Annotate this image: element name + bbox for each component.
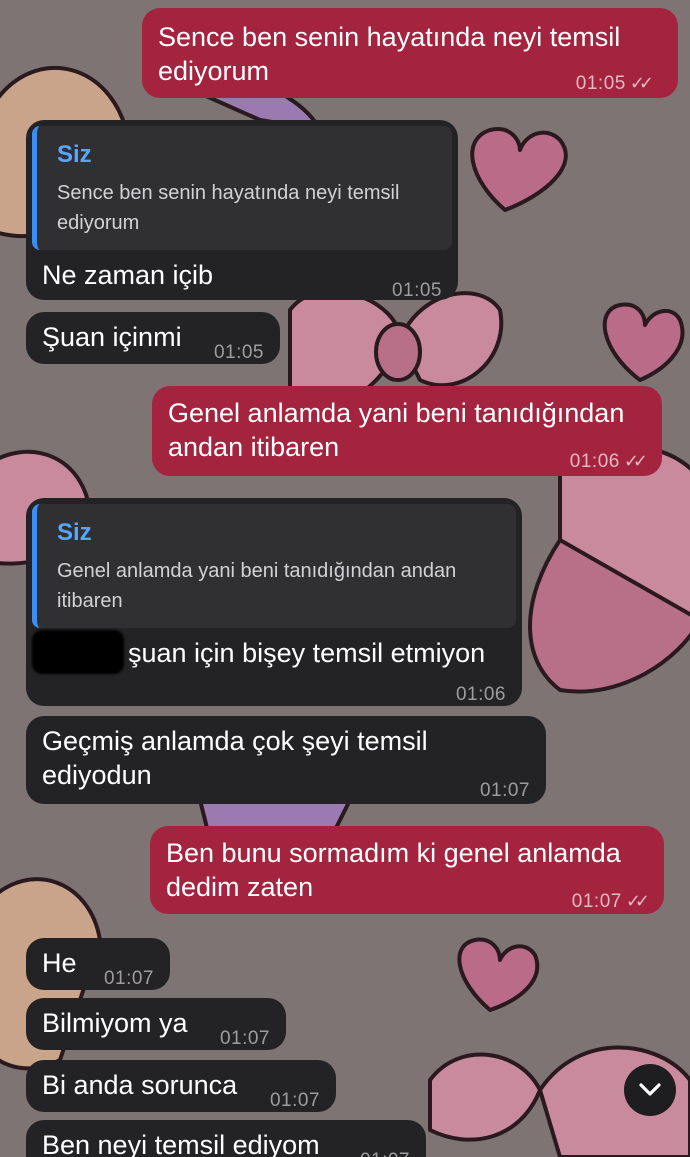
message-time: 01:07 xyxy=(103,968,154,989)
message-text: Geçmiş anlamda çok şeyi temsil xyxy=(42,726,428,756)
message-time: 01:07 xyxy=(479,780,530,801)
message-text: Genel anlamda yani beni tanıdığından xyxy=(168,398,625,428)
message-text: Ne zaman içib xyxy=(42,260,214,290)
reply-quote[interactable]: Siz Sence ben senin hayatında neyi temsi… xyxy=(32,126,452,250)
message-text: dedim zaten xyxy=(166,872,314,902)
message-time: 01:07 xyxy=(571,891,622,912)
message-text: andan itibaren xyxy=(168,432,340,462)
incoming-message[interactable]: Geçmiş anlamda çok şeyi temsil ediyodun … xyxy=(26,716,546,804)
incoming-message[interactable]: Siz Sence ben senin hayatında neyi temsi… xyxy=(26,120,458,301)
message-time: 01:05 xyxy=(391,280,442,301)
reply-text: ediyorum xyxy=(57,212,140,234)
message-text: ediyodun xyxy=(42,760,152,790)
chevron-down-icon xyxy=(639,1083,661,1096)
redacted-text xyxy=(32,630,124,674)
message-text: Sence ben senin hayatında neyi temsil xyxy=(158,22,621,52)
reply-quote[interactable]: Siz Genel anlamda yani beni tanıdığından… xyxy=(32,504,516,628)
message-time: 01:06 xyxy=(569,451,620,472)
outgoing-message[interactable]: Ben bunu sormadım ki genel anlamda dedim… xyxy=(150,826,664,914)
double-check-icon: ✓✓ xyxy=(625,891,650,911)
outgoing-message[interactable]: Genel anlamda yani beni tanıdığından and… xyxy=(152,386,662,476)
incoming-message[interactable]: Siz Genel anlamda yani beni tanıdığından… xyxy=(26,498,522,706)
message-text: Ben bunu sormadım ki genel anlamda xyxy=(166,838,621,868)
message-time: 01:05 xyxy=(213,342,264,363)
message-time: 01:07 xyxy=(360,1144,410,1157)
message-meta: 01:06 ✓✓ xyxy=(569,444,648,479)
incoming-message[interactable]: Bi anda sorunca 01:07 xyxy=(26,1060,336,1112)
message-time: 01:07 xyxy=(219,1028,270,1049)
message-time: 01:05 xyxy=(575,73,626,94)
incoming-message[interactable]: Ben neyi temsil ediyom 01:07 xyxy=(26,1120,426,1157)
outgoing-message[interactable]: Sence ben senin hayatında neyi temsil ed… xyxy=(142,8,678,98)
message-time: 01:07 xyxy=(269,1090,320,1111)
double-check-icon: ✓✓ xyxy=(623,451,648,471)
reply-text: Genel anlamda yani beni tanıdığından and… xyxy=(57,560,457,582)
message-text: Ben neyi temsil ediyom xyxy=(42,1130,320,1157)
reply-text: Sence ben senin hayatında neyi temsil xyxy=(57,182,400,204)
message-text: şuan için bişey temsil etmiyon xyxy=(128,638,486,668)
incoming-message[interactable]: Bilmiyom ya 01:07 xyxy=(26,998,286,1050)
message-time: 01:06 xyxy=(455,684,506,705)
incoming-message[interactable]: Şuan içinmi 01:05 xyxy=(26,312,280,364)
scroll-to-bottom-button[interactable] xyxy=(624,1064,676,1116)
message-meta: 01:07 ✓✓ xyxy=(571,884,650,919)
message-text: Bilmiyom ya xyxy=(42,1008,188,1038)
message-text: Bi anda sorunca xyxy=(42,1070,238,1100)
message-list[interactable]: Sence ben senin hayatında neyi temsil ed… xyxy=(0,0,690,1157)
reply-sender-name: Siz xyxy=(57,141,92,168)
message-text: Şuan içinmi xyxy=(42,322,182,352)
message-meta: 01:05 ✓✓ xyxy=(575,66,654,101)
message-text: He xyxy=(42,948,77,978)
reply-sender-name: Siz xyxy=(57,519,92,546)
message-text: ediyorum xyxy=(158,56,270,86)
reply-text: itibaren xyxy=(57,590,123,612)
double-check-icon: ✓✓ xyxy=(629,73,654,93)
incoming-message[interactable]: He 01:07 xyxy=(26,938,170,990)
